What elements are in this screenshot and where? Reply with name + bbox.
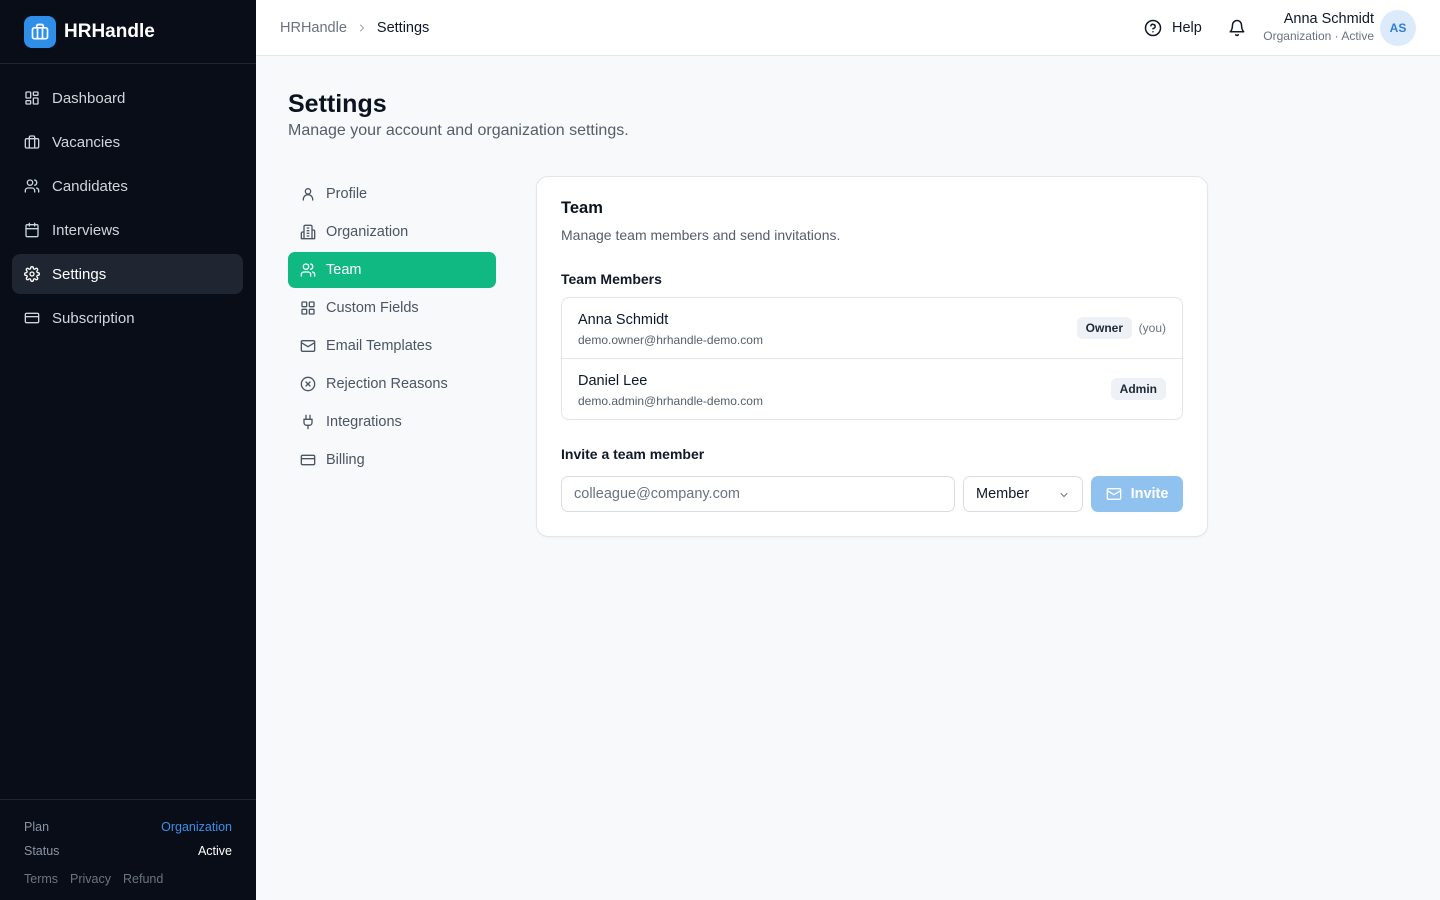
terms-link[interactable]: Terms (24, 872, 58, 886)
sidebar-item-label: Interviews (52, 221, 120, 239)
help-circle-icon (1144, 19, 1162, 37)
plan-label: Plan (24, 820, 50, 834)
team-card: Team Manage team members and send invita… (536, 176, 1208, 537)
member-name: Daniel Lee (578, 373, 648, 389)
user-icon (302, 188, 314, 201)
settings-tab-label: Organization (326, 224, 409, 240)
breadcrumb-current: Settings (376, 20, 430, 36)
sidebar-item-dashboard[interactable]: Dashboard (12, 78, 243, 118)
status-label: Status (24, 844, 60, 858)
settings-tab-label: Profile (326, 186, 368, 202)
invite-button-label: Invite (1130, 486, 1169, 502)
sidebar-item-label: Dashboard (52, 89, 126, 107)
chevron-right-icon (356, 22, 368, 34)
sidebar-item-settings[interactable]: Settings (12, 254, 243, 294)
invite-button[interactable]: Invite (1091, 476, 1183, 512)
sidebar-item-label: Vacancies (52, 133, 121, 151)
sidebar-item-vacancies[interactable]: Vacancies (12, 122, 243, 162)
plug-icon (303, 414, 313, 430)
settings-tab-rejection-reasons[interactable]: Rejection Reasons (288, 366, 496, 402)
status-row: Status Active (24, 839, 232, 863)
users-icon (300, 263, 316, 277)
settings-tab-label: Custom Fields (326, 300, 419, 316)
gear-icon (24, 266, 40, 282)
breadcrumb: HRHandle Settings (280, 0, 429, 56)
team-card-title: Team (561, 199, 603, 217)
dashboard-icon (25, 91, 39, 105)
sidebar-item-interviews[interactable]: Interviews (12, 210, 243, 250)
credit-card-icon (24, 312, 40, 324)
settings-tab-label: Rejection Reasons (326, 376, 448, 392)
sidebar-item-label: Candidates (52, 177, 128, 195)
settings-tab-email-templates[interactable]: Email Templates (288, 328, 496, 364)
user-subtitle: Organization · Active (1263, 29, 1374, 43)
help-label: Help (1172, 20, 1202, 36)
role-badge: Admin (1110, 378, 1166, 400)
grid-icon (301, 301, 315, 315)
circle-x-icon (300, 376, 316, 392)
settings-tab-billing[interactable]: Billing (288, 442, 496, 478)
privacy-link[interactable]: Privacy (70, 872, 111, 886)
role-badge: Owner (1076, 317, 1132, 339)
brand[interactable]: HRHandle (0, 0, 256, 64)
refund-link[interactable]: Refund (123, 872, 163, 886)
briefcase-logo-icon (24, 15, 56, 48)
settings-tab-label: Billing (326, 452, 365, 468)
page-title: Settings (288, 90, 387, 118)
team-members-list: Anna Schmidt demo.owner@hrhandle-demo.co… (561, 297, 1183, 420)
page-subtitle: Manage your account and organization set… (288, 122, 629, 139)
sidebar-item-label: Subscription (52, 309, 135, 327)
status-value: Active (197, 844, 232, 858)
you-label: (you) (1138, 321, 1166, 335)
top-header: HRHandle Settings Help Anna Schmidt Orga… (256, 0, 1440, 56)
user-menu[interactable]: Anna Schmidt Organization · Active (1263, 10, 1374, 44)
role-select-value: Member (976, 486, 1030, 502)
briefcase-icon (24, 135, 40, 149)
sidebar: HRHandle Dashboard Vacancies Candidates … (0, 0, 256, 900)
member-email: demo.admin@hrhandle-demo.com (578, 394, 763, 408)
plan-value-link[interactable]: Organization (161, 820, 232, 834)
breadcrumb-home-link[interactable]: HRHandle (280, 20, 347, 36)
avatar[interactable]: AS (1380, 10, 1416, 46)
sidebar-nav: Dashboard Vacancies Candidates Interview… (12, 78, 243, 342)
sidebar-item-candidates[interactable]: Candidates (12, 166, 243, 206)
member-email: demo.owner@hrhandle-demo.com (578, 333, 763, 347)
settings-tab-custom-fields[interactable]: Custom Fields (288, 290, 496, 326)
member-name: Anna Schmidt (578, 312, 669, 328)
sidebar-item-label: Settings (52, 265, 107, 283)
team-members-heading: Team Members (561, 271, 662, 287)
footer-links: Terms Privacy Refund (24, 867, 232, 891)
help-button[interactable]: Help (1144, 0, 1202, 56)
building-icon (300, 224, 316, 240)
settings-tab-organization[interactable]: Organization (288, 214, 496, 250)
settings-tab-team[interactable]: Team (288, 252, 496, 288)
settings-tab-label: Email Templates (326, 338, 433, 354)
list-item: Anna Schmidt demo.owner@hrhandle-demo.co… (562, 298, 1182, 359)
plan-row: Plan Organization (24, 815, 232, 839)
chevron-down-icon (1060, 493, 1068, 498)
bell-icon[interactable] (1228, 19, 1246, 37)
role-select[interactable]: Member (963, 476, 1083, 512)
invite-heading: Invite a team member (561, 446, 705, 462)
users-icon (24, 179, 40, 193)
settings-tab-label: Integrations (326, 414, 402, 430)
list-item: Daniel Lee demo.admin@hrhandle-demo.com … (562, 358, 1182, 419)
settings-nav: Profile Organization Team Custom Fields … (288, 176, 496, 480)
credit-card-icon (300, 454, 316, 466)
settings-tab-label: Team (326, 262, 362, 278)
team-card-description: Manage team members and send invitations… (561, 227, 841, 243)
calendar-icon (25, 222, 39, 238)
sidebar-item-subscription[interactable]: Subscription (12, 298, 243, 338)
mail-icon (300, 340, 316, 352)
invite-email-input[interactable] (561, 476, 955, 512)
settings-tab-integrations[interactable]: Integrations (288, 404, 496, 440)
sidebar-footer: Plan Organization Status Active Terms Pr… (0, 799, 256, 900)
brand-name: HRHandle (64, 20, 155, 42)
user-name: Anna Schmidt (1283, 11, 1374, 27)
mail-icon (1106, 488, 1121, 500)
settings-tab-profile[interactable]: Profile (288, 176, 496, 212)
